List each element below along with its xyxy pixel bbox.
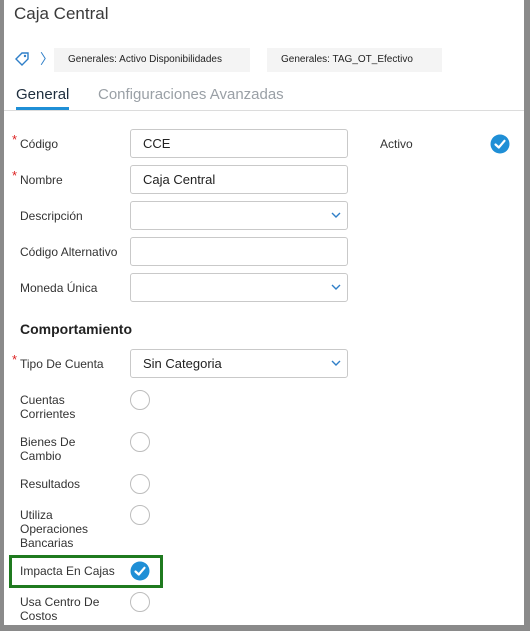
chevron-down-icon (331, 360, 341, 366)
chevron-down-icon (331, 212, 341, 218)
page-title: Caja Central (14, 4, 109, 23)
required-marker: * (12, 168, 18, 183)
usa-centro-de-costos-checkbox[interactable] (130, 592, 150, 612)
resultados-checkbox[interactable] (130, 474, 150, 494)
tab-configuraciones-avanzadas[interactable]: Configuraciones Avanzadas (98, 86, 284, 103)
bienes-de-cambio-checkbox[interactable] (130, 432, 150, 452)
tipo-cuenta-select[interactable]: Sin Categoria (130, 349, 348, 378)
required-marker: * (12, 132, 18, 147)
impacta-en-cajas-label: Impacta En Cajas (20, 564, 115, 578)
nombre-label: Nombre (20, 173, 63, 187)
activo-label: Activo (380, 137, 413, 151)
codigo-alternativo-field[interactable] (130, 237, 348, 266)
bienes-de-cambio-label: Bienes De Cambio (20, 435, 76, 463)
descripcion-label: Descripción (20, 209, 83, 223)
tab-bar: General Configuraciones Avanzadas (4, 80, 524, 111)
cuentas-corrientes-label: Cuentas Corrientes (20, 393, 76, 421)
codigo-field[interactable]: CCE (130, 129, 348, 158)
codigo-label: Código (20, 137, 59, 151)
nombre-field[interactable]: Caja Central (130, 165, 348, 194)
descripcion-select[interactable] (130, 201, 348, 230)
resultados-label: Resultados (20, 477, 81, 491)
breadcrumb-item[interactable]: Generales: TAG_OT_Efectivo (267, 48, 442, 72)
utiliza-operaciones-bancarias-label: Utiliza Operaciones Bancarias (20, 508, 89, 550)
usa-centro-de-costos-label: Usa Centro De Costos (20, 595, 100, 623)
moneda-unica-select[interactable] (130, 273, 348, 302)
codigo-alternativo-label: Código Alternativo (20, 245, 118, 259)
required-marker: * (12, 352, 18, 367)
impacta-en-cajas-checkbox[interactable] (130, 561, 150, 581)
tipo-cuenta-label: Tipo De Cuenta (20, 357, 104, 371)
moneda-unica-label: Moneda Única (20, 281, 98, 295)
utiliza-operaciones-bancarias-checkbox[interactable] (130, 505, 150, 525)
cuentas-corrientes-checkbox[interactable] (130, 390, 150, 410)
tab-general[interactable]: General (16, 86, 70, 110)
breadcrumb-item[interactable]: Generales: Activo Disponibilidades (54, 48, 250, 72)
activo-checkbox[interactable] (490, 134, 510, 154)
form-panel: Caja Central 〉 Generales: Activo Disponi… (4, 0, 524, 625)
chevron-right-icon[interactable]: 〉 (40, 49, 54, 69)
tag-icon[interactable] (14, 51, 30, 67)
section-title: Comportamiento (20, 321, 132, 337)
chevron-down-icon (331, 284, 341, 290)
tipo-cuenta-value: Sin Categoria (143, 356, 222, 371)
